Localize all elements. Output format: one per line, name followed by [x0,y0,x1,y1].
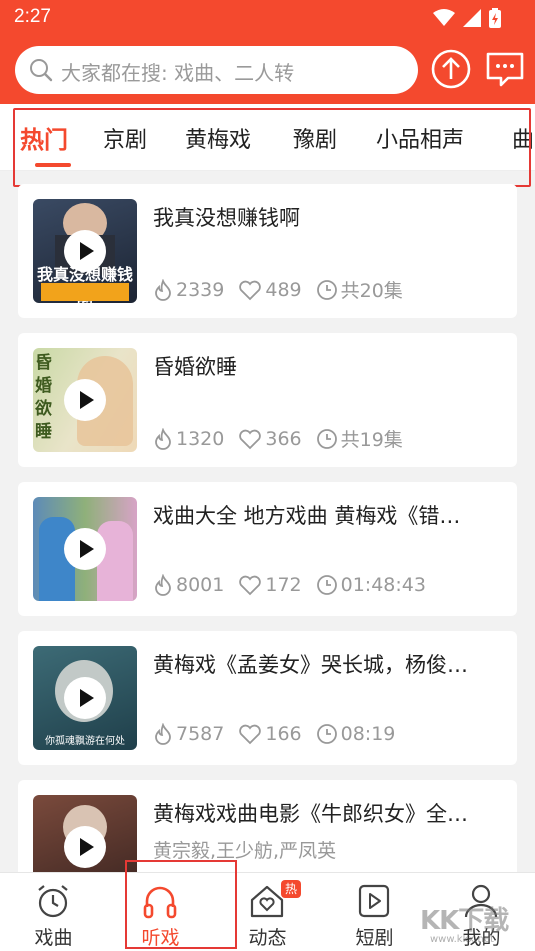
tabbar-label: 听戏 [141,927,180,949]
tab-sketch-comedy[interactable]: 小品相声 [376,122,464,154]
thumbnail-caption: 你孤魂飘游在何处 [45,736,125,747]
list-item[interactable]: 我真没想赚钱啊 我真没想赚钱啊 2339 489 共20集 [18,184,517,318]
item-title: 黄梅戏戏曲电影《牛郎织女》全… [153,802,468,826]
alarm-clock-icon [38,885,68,918]
hot-badge: 热 [281,880,301,898]
item-title: 戏曲大全 地方戏曲 黄梅戏《错… [153,504,461,528]
heart-icon [239,724,262,745]
search-bar[interactable]: 大家都在搜: 戏曲、二人转 [15,46,418,94]
tabbar-label: 戏曲 [34,927,73,949]
signal-icon [463,9,481,27]
tabbar-label: 短剧 [355,927,394,949]
battery-icon [489,8,501,28]
thumbnail[interactable] [33,497,137,601]
tab-more[interactable]: 曲 [512,122,534,154]
play-icon[interactable] [64,826,106,868]
tabbar-item-listen[interactable]: 听戏 [107,873,214,951]
watermark-logo: KK下载 [420,906,509,936]
play-icon[interactable] [64,379,106,421]
status-icons [433,8,501,28]
item-meta: 2339 489 共20集 [153,276,417,303]
active-tab-indicator [35,163,71,167]
thumbnail[interactable] [33,795,137,872]
item-meta: 1320 366 共19集 [153,425,417,452]
flame-icon [155,574,171,596]
status-bar: 2:27 [0,0,535,36]
search-placeholder: 大家都在搜: 戏曲、二人转 [61,61,295,85]
wifi-icon [433,9,455,26]
clock-icon [316,724,337,744]
status-time: 2:27 [14,6,51,27]
category-tabs: 热门 京剧 黄梅戏 豫剧 小品相声 曲 [0,104,535,171]
play-icon[interactable] [64,677,106,719]
thumbnail[interactable]: 我真没想赚钱啊 [33,199,137,303]
video-play-icon [358,884,390,918]
item-title: 昏婚欲睡 [153,355,237,379]
thumbnail[interactable]: 你孤魂飘游在何处 [33,646,137,750]
list-item[interactable]: 昏婚欲睡 昏婚欲睡 1320 366 共19集 [18,333,517,467]
list-item[interactable]: 戏曲大全 地方戏曲 黄梅戏《错… 8001 172 01:48:43 [18,482,517,616]
tabbar-label: 动态 [248,927,287,949]
item-title: 黄梅戏《孟姜女》哭长城，杨俊… [153,653,468,677]
tab-huangmei-opera[interactable]: 黄梅戏 [185,122,251,154]
flame-icon [155,427,171,450]
upload-icon[interactable] [430,48,472,90]
flame-icon [155,278,171,301]
tab-henan-opera[interactable]: 豫剧 [293,122,337,154]
item-subtitle: 黄宗毅,王少舫,严凤英 [153,840,337,862]
tabbar-item-shorts[interactable]: 短剧 [321,873,428,951]
heart-icon [239,429,262,449]
item-title: 我真没想赚钱啊 [153,206,300,230]
clock-icon [316,428,337,449]
item-meta: 8001 172 01:48:43 [153,574,440,596]
thumbnail[interactable]: 昏婚欲睡 [33,348,137,452]
tabbar-item-feed[interactable]: 动态 [214,873,321,951]
message-icon[interactable] [484,48,526,90]
list-item[interactable]: 黄梅戏戏曲电影《牛郎织女》全… 黄宗毅,王少舫,严凤英 [18,780,517,872]
headphones-icon [143,886,177,919]
clock-icon [316,575,337,595]
play-icon[interactable] [64,528,106,570]
search-icon [30,59,53,82]
tab-peking-opera[interactable]: 京剧 [103,122,147,154]
item-meta: 7587 166 08:19 [153,723,409,745]
watermark-url: www.kkx.net [430,934,494,945]
heart-icon [239,575,262,596]
tab-hot[interactable]: 热门 [20,120,68,155]
thumbnail-caption: 昏婚欲睡 [35,353,52,442]
play-icon[interactable] [64,230,106,272]
clock-icon [316,279,337,300]
tabbar-item-opera[interactable]: 戏曲 [0,873,107,951]
list-item[interactable]: 你孤魂飘游在何处 黄梅戏《孟姜女》哭长城，杨俊… 7587 166 08:19 [18,631,517,765]
content-list[interactable]: 我真没想赚钱啊 我真没想赚钱啊 2339 489 共20集 昏婚欲睡 昏婚欲睡 … [0,172,535,872]
app-header: 2:27 大家都在搜: 戏曲、二人转 [0,0,535,104]
flame-icon [155,723,171,745]
heart-icon [239,280,262,300]
